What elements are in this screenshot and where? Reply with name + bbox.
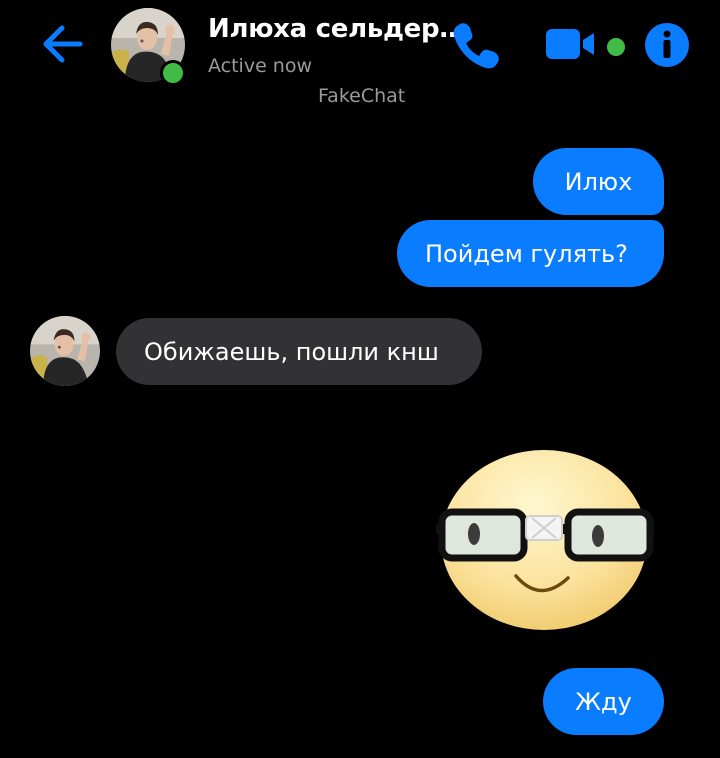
- info-button[interactable]: [644, 22, 690, 68]
- back-button[interactable]: [38, 22, 86, 66]
- arrow-left-icon: [43, 25, 83, 63]
- phone-icon: [453, 23, 499, 69]
- video-active-dot: [604, 35, 628, 59]
- contact-name[interactable]: Илюха сельдер…: [208, 14, 465, 44]
- sender-avatar[interactable]: [30, 316, 100, 386]
- call-button[interactable]: [450, 18, 502, 70]
- fakechat-watermark: FakeChat: [318, 85, 406, 107]
- message-bubble-outgoing[interactable]: Жду: [543, 668, 664, 735]
- message-bubble-incoming[interactable]: Обижаешь, пошли кнш: [116, 318, 482, 385]
- video-call-button[interactable]: [544, 26, 600, 62]
- contact-status: Active now: [208, 55, 313, 77]
- message-bubble-outgoing[interactable]: Илюх: [533, 148, 664, 215]
- online-status-dot: [160, 60, 186, 86]
- nerd-face-sticker[interactable]: [428, 438, 660, 632]
- info-icon: [645, 23, 689, 67]
- message-bubble-outgoing[interactable]: Пойдем гулять?: [397, 220, 664, 287]
- video-camera-icon: [546, 29, 594, 59]
- chat-header: Илюха сельдер… Active now FakeChat: [0, 0, 720, 118]
